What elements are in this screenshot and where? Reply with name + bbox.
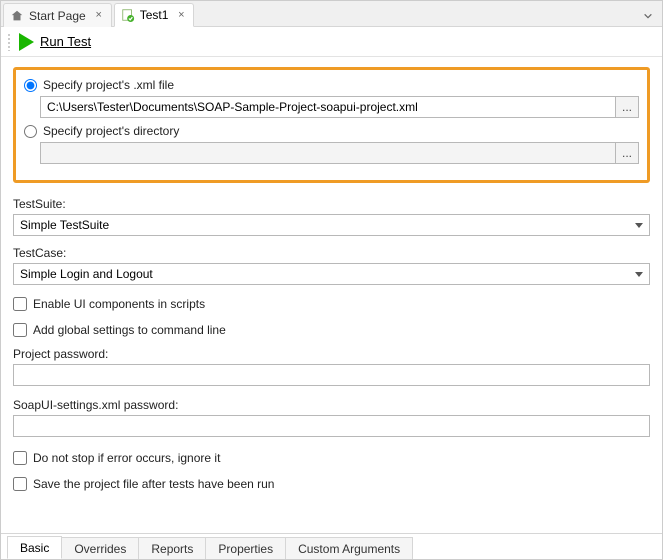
enable-ui-checkbox[interactable] (13, 297, 27, 311)
toolbar: Run Test (1, 27, 662, 57)
btab-custom-arguments[interactable]: Custom Arguments (285, 537, 413, 559)
testcase-combo[interactable] (13, 263, 650, 285)
run-test-label: Run Test (40, 34, 91, 49)
testsuite-label: TestSuite: (13, 197, 650, 211)
browse-dir-button[interactable]: ... (615, 142, 639, 164)
specify-xml-radio[interactable] (24, 79, 37, 92)
tab-overflow-button[interactable] (638, 6, 658, 26)
xml-path-input[interactable] (40, 96, 615, 118)
save-after-checkbox[interactable] (13, 477, 27, 491)
form-content: Specify project's .xml file ... Specify … (1, 57, 662, 533)
settings-password-input[interactable] (13, 415, 650, 437)
testcase-label: TestCase: (13, 246, 650, 260)
btab-overrides[interactable]: Overrides (61, 537, 139, 559)
save-after-label: Save the project file after tests have b… (33, 477, 274, 491)
enable-ui-label: Enable UI components in scripts (33, 297, 205, 311)
tab-label: Start Page (29, 9, 86, 23)
specify-dir-radio[interactable] (24, 125, 37, 138)
play-icon (19, 33, 34, 51)
toolbar-grip-icon (7, 33, 11, 51)
btab-properties[interactable]: Properties (205, 537, 286, 559)
editor-panel: Start Page × Test1 × Run Test (0, 0, 663, 560)
add-global-checkbox[interactable] (13, 323, 27, 337)
project-password-input[interactable] (13, 364, 650, 386)
close-icon[interactable]: × (175, 9, 187, 21)
btab-basic[interactable]: Basic (7, 536, 62, 559)
test-doc-icon (121, 8, 135, 22)
bottom-tabstrip: Basic Overrides Reports Properties Custo… (1, 533, 662, 559)
dont-stop-label: Do not stop if error occurs, ignore it (33, 451, 220, 465)
specify-xml-label: Specify project's .xml file (43, 78, 174, 92)
browse-xml-button[interactable]: ... (615, 96, 639, 118)
project-password-label: Project password: (13, 347, 650, 361)
project-source-group: Specify project's .xml file ... Specify … (13, 67, 650, 183)
testsuite-combo[interactable] (13, 214, 650, 236)
settings-password-label: SoapUI-settings.xml password: (13, 398, 650, 412)
tab-test1[interactable]: Test1 × (114, 3, 195, 27)
tab-label: Test1 (140, 8, 169, 22)
home-icon (10, 9, 24, 23)
dir-path-input[interactable] (40, 142, 615, 164)
add-global-label: Add global settings to command line (33, 323, 226, 337)
btab-reports[interactable]: Reports (138, 537, 206, 559)
tab-start-page[interactable]: Start Page × (3, 3, 112, 27)
specify-dir-label: Specify project's directory (43, 124, 179, 138)
close-icon[interactable]: × (93, 10, 105, 22)
editor-tabstrip: Start Page × Test1 × (1, 1, 662, 27)
dont-stop-checkbox[interactable] (13, 451, 27, 465)
run-test-button[interactable]: Run Test (19, 33, 91, 51)
